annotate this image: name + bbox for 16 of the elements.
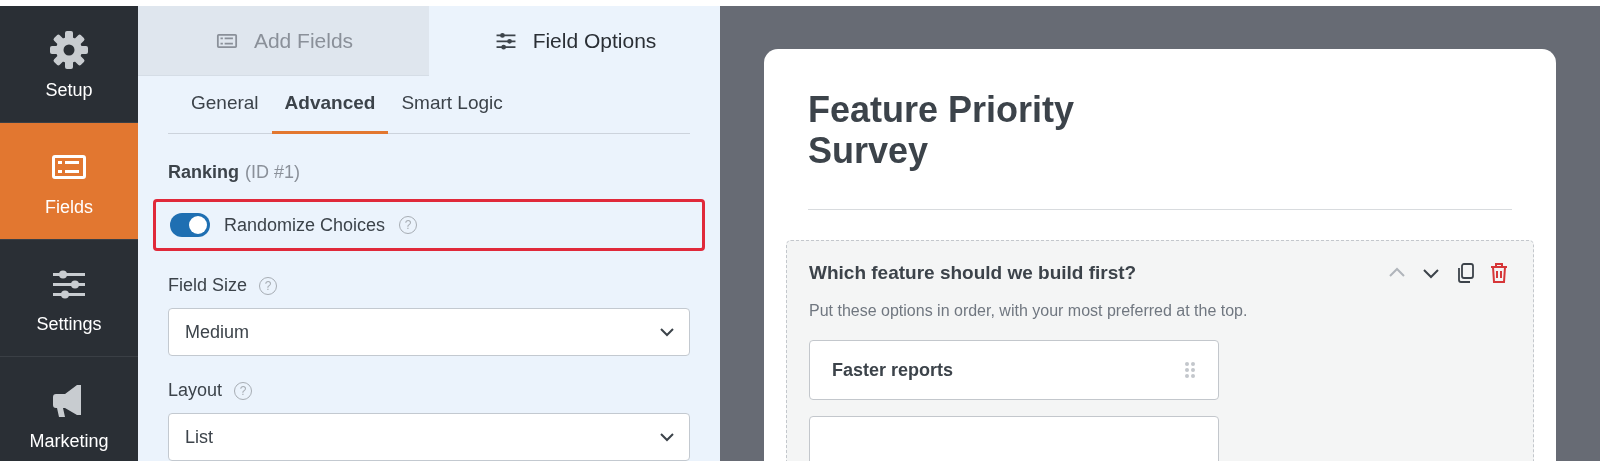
field-id-label: (ID #1) [245, 162, 301, 183]
field-label: Layout [168, 380, 223, 401]
form-title: Feature Priority Survey [808, 89, 1076, 171]
question-description: Put these options in order, with your most preferred at the top. [809, 302, 1249, 320]
question-label: Which feature should we build first? [809, 262, 1137, 284]
sub-tab[interactable]: General [178, 76, 272, 134]
toggle-label: Randomize Choices [224, 214, 386, 236]
choice-card[interactable]: Faster reports [809, 340, 1219, 400]
sub-tab[interactable]: Advanced [271, 76, 389, 134]
select-field[interactable]: List [168, 413, 690, 461]
select-field[interactable]: Medium [168, 308, 690, 356]
drag-handle-icon [1184, 361, 1196, 379]
field-type-label: Ranking [168, 162, 239, 183]
field-label: Field Size [168, 275, 248, 296]
toggle-switch[interactable] [170, 213, 210, 237]
sub-tab[interactable]: Smart Logic [388, 76, 516, 134]
